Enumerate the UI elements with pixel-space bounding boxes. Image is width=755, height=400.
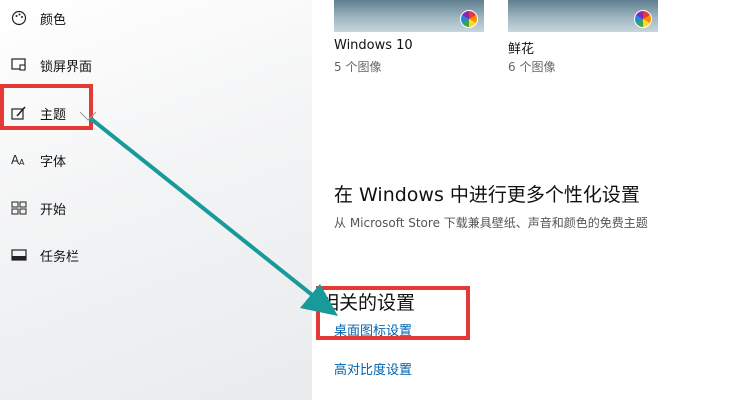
settings-sidebar: 颜色 锁屏界面 主题 AA 字体 开始 任务栏 xyxy=(0,0,312,400)
start-icon xyxy=(8,201,30,215)
theme-thumbnail-flowers[interactable] xyxy=(508,0,658,32)
theme-name: 鲜花 xyxy=(508,42,535,57)
personalize-title: 在 Windows 中进行更多个性化设置 xyxy=(334,184,640,206)
highlight-box xyxy=(0,84,93,130)
personalize-subtitle: 从 Microsoft Store 下载兼具壁纸、声音和颜色的免费主题 xyxy=(334,216,648,230)
palette-icon xyxy=(8,10,30,26)
sidebar-item-fonts[interactable]: AA 字体 xyxy=(0,140,300,180)
color-wheel-icon xyxy=(460,10,478,28)
taskbar-icon xyxy=(8,249,30,261)
sidebar-item-label: 字体 xyxy=(40,154,67,170)
sidebar-item-label: 开始 xyxy=(40,202,67,218)
sidebar-item-taskbar[interactable]: 任务栏 xyxy=(0,235,300,275)
sidebar-item-label: 任务栏 xyxy=(40,249,80,265)
lock-screen-icon xyxy=(8,58,30,72)
themes-content: Windows 10 5 个图像 鲜花 6 个图像 在 Windows 中进行更… xyxy=(312,0,755,400)
color-wheel-icon xyxy=(634,10,652,28)
sidebar-item-label: 锁屏界面 xyxy=(40,59,93,75)
sidebar-item-lock-screen[interactable]: 锁屏界面 xyxy=(0,45,300,85)
font-icon: AA xyxy=(8,153,30,167)
sidebar-item-start[interactable]: 开始 xyxy=(0,188,300,228)
theme-thumbnail-windows10[interactable] xyxy=(334,0,484,32)
theme-name: Windows 10 xyxy=(334,38,413,53)
theme-image-count: 5 个图像 xyxy=(334,60,382,74)
high-contrast-settings-link[interactable]: 高对比度设置 xyxy=(334,359,412,378)
highlight-box xyxy=(316,286,470,340)
sidebar-item-label: 颜色 xyxy=(40,12,67,28)
svg-text:A: A xyxy=(19,158,25,167)
sidebar-item-colors[interactable]: 颜色 xyxy=(0,0,300,38)
theme-image-count: 6 个图像 xyxy=(508,60,556,74)
